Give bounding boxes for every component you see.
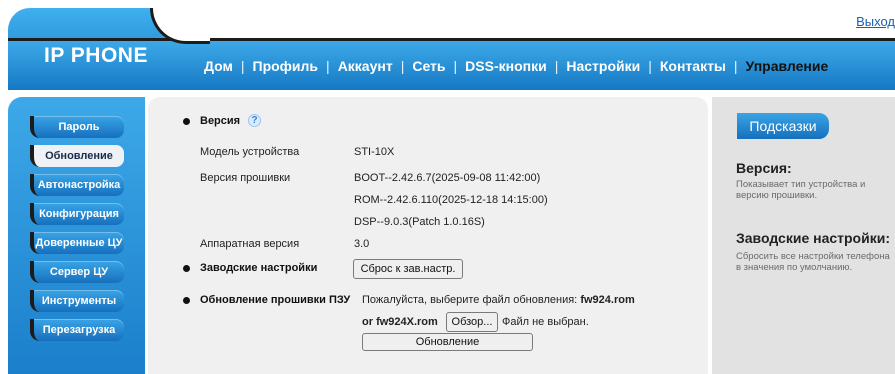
bullet-icon [183, 265, 190, 272]
no-file-status: Файл не выбран. [502, 316, 589, 328]
upgrade-or-text: or [362, 316, 373, 328]
firmware-rom: ROM--2.42.6.110(2025-12-18 14:15:00) [354, 194, 548, 206]
hardware-value: 3.0 [354, 238, 370, 250]
nav-separator: | [648, 58, 652, 74]
upgrade-section-title: Обновление прошивки ПЗУ [200, 294, 351, 306]
page: IP PHONE Выход Дом | Профиль | Аккаунт |… [0, 0, 895, 374]
sidebar-item-upgrade[interactable]: Обновление [30, 145, 124, 167]
upgrade-alt-file-name: fw924X.rom [376, 316, 438, 328]
browse-button[interactable]: Обзор... [446, 312, 498, 332]
sidebar-item-password[interactable]: Пароль [30, 116, 124, 138]
logo: IP PHONE [44, 44, 148, 67]
firmware-dsp: DSP--9.0.3(Patch 1.0.16S) [354, 216, 485, 228]
nav-item-account[interactable]: Аккаунт [338, 58, 393, 74]
nav-item-dss-keys[interactable]: DSS-кнопки [465, 58, 547, 74]
top-nav: Дом | Профиль | Аккаунт | Сеть | DSS-кно… [204, 58, 828, 74]
sidebar-item-tools[interactable]: Инструменты [30, 290, 124, 312]
hint-title-factory: Заводские настройки: [736, 230, 890, 246]
nav-separator: | [453, 58, 458, 74]
hardware-label: Аппаратная версия [200, 238, 300, 250]
upgrade-alt-file: or fw924X.rom [362, 316, 438, 328]
firmware-label: Версия прошивки [200, 172, 291, 184]
nav-separator: | [240, 58, 245, 74]
nav-item-management[interactable]: Управление [746, 58, 829, 74]
nav-separator: | [554, 58, 559, 74]
bullet-icon [183, 297, 190, 304]
upgrade-prompt-text: Пожалуйста, выберите файл обновления: [362, 294, 578, 306]
sidebar-item-reboot[interactable]: Перезагрузка [30, 319, 124, 341]
logout-link[interactable]: Выход [856, 14, 895, 29]
nav-separator: | [400, 58, 405, 74]
nav-item-network[interactable]: Сеть [412, 58, 445, 74]
nav-separator: | [326, 58, 330, 74]
upgrade-file-name: fw924.rom [580, 294, 635, 306]
hint-desc-version: Показывает тип устройства и версию проши… [736, 179, 866, 201]
sidebar-item-configuration[interactable]: Конфигурация [30, 203, 124, 225]
model-value: STI-10X [354, 146, 395, 158]
nav-item-profile[interactable]: Профиль [253, 58, 319, 74]
hint-desc-factory: Сбросить все настройки телефона в значен… [736, 251, 890, 273]
sidebar-item-autoprovision[interactable]: Автонастройка [30, 174, 124, 196]
nav-item-settings[interactable]: Настройки [566, 58, 640, 74]
nav-item-home[interactable]: Дом [204, 58, 233, 74]
hints-tab: Подсказки [737, 113, 829, 139]
nav-separator: | [733, 58, 738, 74]
factory-section-title: Заводские настройки [200, 262, 318, 274]
sidebar-item-trusted-ca[interactable]: Доверенные ЦУ [30, 232, 124, 254]
nav-item-contacts[interactable]: Контакты [660, 58, 726, 74]
help-icon[interactable]: ? [248, 114, 261, 127]
model-label: Модель устройства [200, 146, 300, 158]
sidebar-item-server-ca[interactable]: Сервер ЦУ [30, 261, 124, 283]
update-button[interactable]: Обновление [362, 333, 533, 351]
bullet-icon [183, 118, 190, 125]
hint-title-version: Версия: [736, 160, 792, 176]
upgrade-prompt: Пожалуйста, выберите файл обновления: fw… [362, 294, 635, 306]
firmware-boot: BOOT--2.42.6.7(2025-09-08 11:42:00) [354, 172, 541, 184]
version-section-title: Версия [200, 115, 241, 127]
factory-reset-button[interactable]: Сброс к зав.настр. [353, 259, 463, 279]
